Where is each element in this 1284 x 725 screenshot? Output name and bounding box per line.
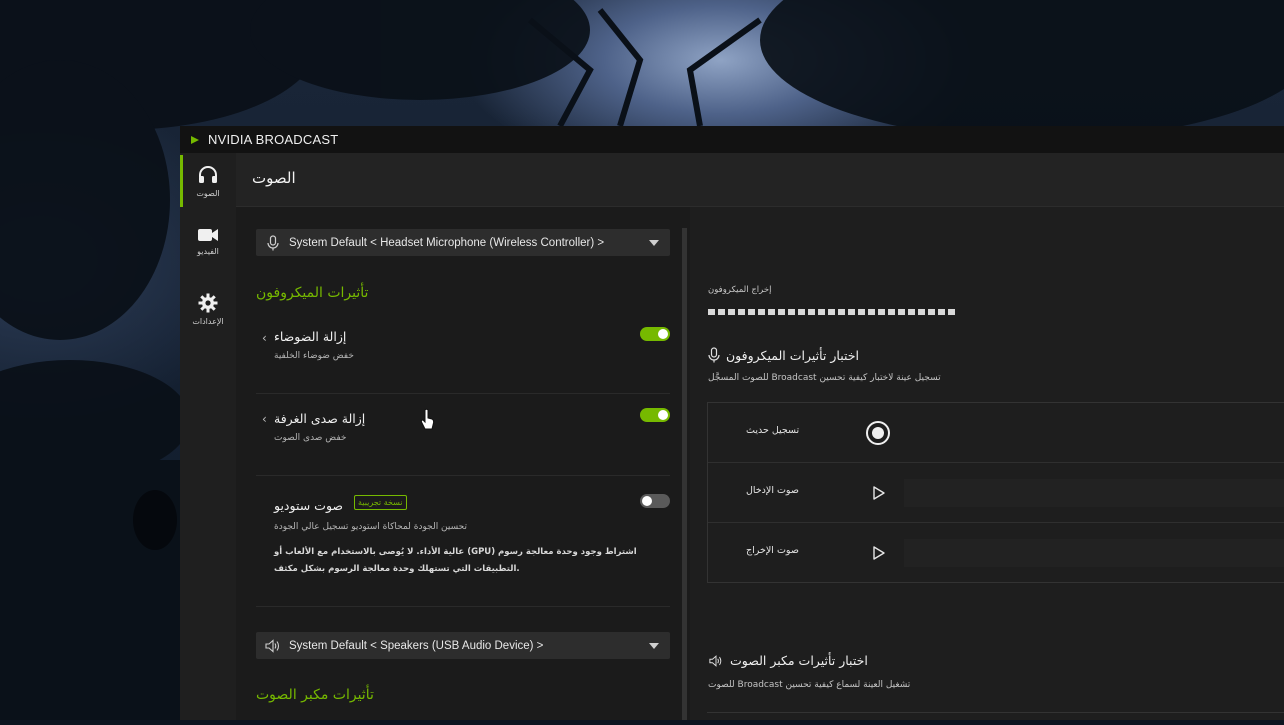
effect-noise-removal: ‹ إزالة الضوضاء خفض ضوضاء الخلفية <box>256 315 670 394</box>
speaker-icon <box>709 654 722 667</box>
meter-segment <box>788 309 795 315</box>
chevron-down-icon <box>649 239 659 246</box>
microphone-icon <box>267 234 279 250</box>
video-camera-icon <box>198 228 218 241</box>
studio-voice-toggle[interactable] <box>640 494 670 508</box>
test-row-recording: تسجيل حديث <box>708 403 1284 463</box>
mic-output-label: إخراج الميكروفون <box>708 285 772 295</box>
speaker-test-title: اختبار تأثيرات مكبر الصوت <box>730 653 868 668</box>
mic-level-meter <box>708 309 955 315</box>
app-window: NVIDIA BROADCAST الصوت الفيديو الإعدادات… <box>180 126 1284 720</box>
speaker-device-select[interactable]: System Default < Speakers (USB Audio Dev… <box>256 632 670 659</box>
effect-studio-voice: صوت ستوديو نسخة تجريبية تحسين الجودة لمح… <box>256 476 670 607</box>
test-row-input: صوت الإدخال <box>708 463 1284 523</box>
meter-segment <box>948 309 955 315</box>
meter-segment <box>798 309 805 315</box>
play-icon[interactable] <box>866 481 890 505</box>
settings-column: System Default < Headset Microphone (Wir… <box>236 207 682 720</box>
play-icon[interactable] <box>866 541 890 565</box>
meter-segment <box>858 309 865 315</box>
speaker-icon <box>265 638 280 653</box>
speaker-test-heading: اختبار تأثيرات مكبر الصوت <box>708 653 868 668</box>
gpu-warning-line: عالية الأداء. لا يُوصى بالاستخدام مع الأ… <box>274 547 637 557</box>
meter-segment <box>728 309 735 315</box>
sidebar: الصوت الفيديو الإعدادات <box>180 153 236 720</box>
sidebar-item-label: الفيديو <box>197 246 219 256</box>
mic-test-title: اختبار تأثيرات الميكروفون <box>726 347 859 363</box>
gpu-warning: عالية الأداء. لا يُوصى بالاستخدام مع الأ… <box>274 544 664 578</box>
gear-icon <box>198 293 218 312</box>
scrollbar[interactable] <box>682 228 687 720</box>
meter-segment <box>938 309 945 315</box>
microphone-icon <box>708 347 720 363</box>
chevron-down-icon <box>649 642 659 649</box>
page-title: الصوت <box>252 169 296 187</box>
room-echo-toggle[interactable] <box>640 408 670 422</box>
headphones-icon <box>199 165 217 183</box>
sidebar-item-settings[interactable]: الإعدادات <box>180 281 236 337</box>
toggle-knob <box>658 329 668 339</box>
microphone-device-value: System Default < Headset Microphone (Wir… <box>289 236 605 249</box>
test-row-label: تسجيل حديث <box>746 425 800 436</box>
effect-name: إزالة الضوضاء <box>274 329 347 344</box>
speaker-test-box <box>707 712 1284 725</box>
record-icon[interactable] <box>866 421 890 445</box>
meter-segment <box>708 309 715 315</box>
effect-name: صوت ستوديو <box>274 498 344 513</box>
noise-removal-toggle[interactable] <box>640 327 670 341</box>
output-waveform <box>904 539 1284 567</box>
meter-segment <box>718 309 725 315</box>
speaker-test-subtitle: للصوت Broadcast تشغيل العينة لسماع كيفية… <box>708 680 911 690</box>
meter-segment <box>898 309 905 315</box>
meter-segment <box>768 309 775 315</box>
input-waveform <box>904 479 1284 507</box>
meter-segment <box>838 309 845 315</box>
mic-test-subtitle: للصوت المسجَّل Broadcast تسجيل عينة لاخت… <box>708 373 941 383</box>
meter-segment <box>848 309 855 315</box>
toggle-knob <box>642 496 652 506</box>
sidebar-item-label: الإعدادات <box>192 316 224 326</box>
app-title: NVIDIA BROADCAST <box>208 132 339 147</box>
meter-segment <box>878 309 885 315</box>
effect-name: إزالة صدى الغرفة <box>274 411 366 426</box>
meter-segment <box>928 309 935 315</box>
effect-room-echo-removal: ‹ إزالة صدى الغرفة خفض صدى الصوت <box>256 394 670 476</box>
hand-cursor-icon <box>420 408 435 430</box>
effect-description: خفض صدى الصوت <box>274 433 347 443</box>
meter-segment <box>818 309 825 315</box>
meter-segment <box>888 309 895 315</box>
speaker-device-value: System Default < Speakers (USB Audio Dev… <box>289 639 544 652</box>
mic-test-heading: اختبار تأثيرات الميكروفون <box>708 347 859 363</box>
chevron-left-icon[interactable]: ‹ <box>262 412 267 426</box>
sidebar-item-label: الصوت <box>196 188 220 198</box>
microphone-effects-title: تأثيرات الميكروفون <box>256 285 369 301</box>
microphone-device-select[interactable]: System Default < Headset Microphone (Wir… <box>256 229 670 256</box>
test-row-output: صوت الإخراج <box>708 523 1284 582</box>
meter-segment <box>918 309 925 315</box>
page-header: الصوت <box>236 153 1284 207</box>
meter-segment <box>808 309 815 315</box>
title-bar: NVIDIA BROADCAST <box>180 126 1284 153</box>
speaker-effects-title: تأثيرات مكبر الصوت <box>256 687 374 703</box>
mic-test-box: تسجيل حديث صوت الإدخال صوت الإخراج <box>707 402 1284 583</box>
meter-segment <box>748 309 755 315</box>
meter-segment <box>758 309 765 315</box>
toggle-knob <box>658 410 668 420</box>
nvidia-logo-icon <box>191 135 199 144</box>
meter-segment <box>868 309 875 315</box>
test-row-label: صوت الإخراج <box>746 545 799 556</box>
meter-segment <box>908 309 915 315</box>
chevron-left-icon[interactable]: ‹ <box>262 331 267 345</box>
effect-description: تحسين الجودة لمحاكاة استوديو تسجيل عالي … <box>274 522 467 532</box>
gpu-warning-line: التطبيقات التي تستهلك وحدة معالجة الرسوم… <box>274 564 520 574</box>
sidebar-item-audio[interactable]: الصوت <box>180 153 236 209</box>
test-panel: إخراج الميكروفون اختبار تأثيرات الميكروف… <box>690 207 1284 720</box>
sidebar-item-video[interactable]: الفيديو <box>180 213 236 269</box>
meter-segment <box>738 309 745 315</box>
meter-segment <box>828 309 835 315</box>
meter-segment <box>778 309 785 315</box>
effect-description: خفض ضوضاء الخلفية <box>274 351 354 361</box>
test-row-label: صوت الإدخال <box>746 485 799 496</box>
beta-badge: نسخة تجريبية <box>354 495 407 510</box>
